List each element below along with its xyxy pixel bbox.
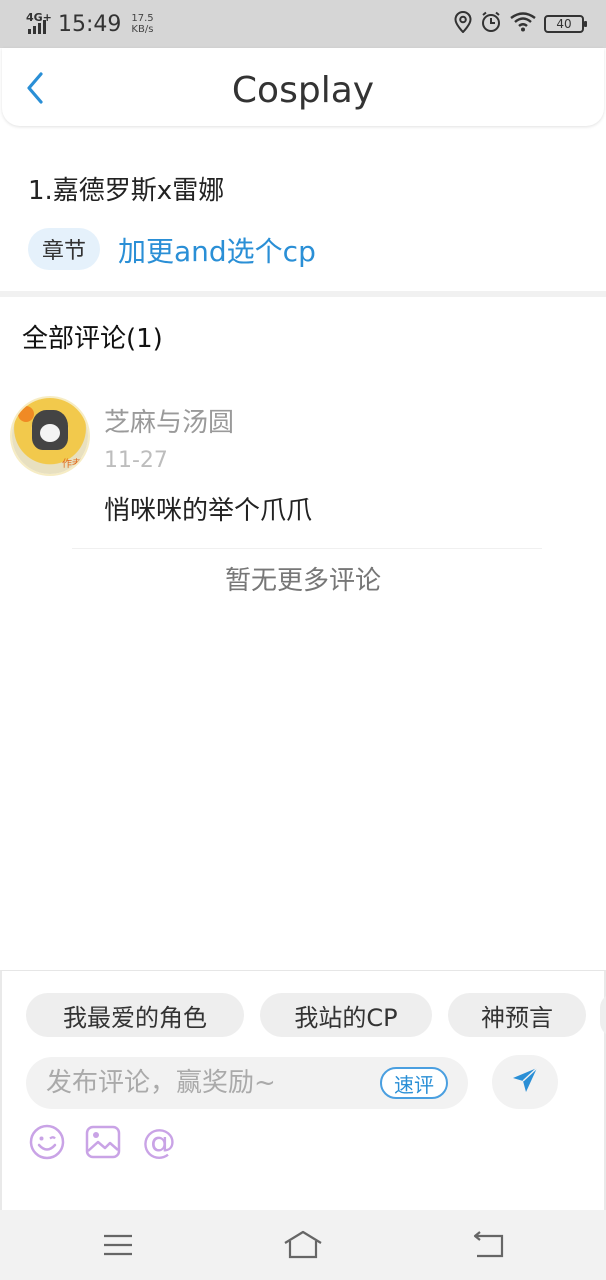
speed-value: 17.5 — [131, 13, 154, 24]
no-more-comments: 暂无更多评论 — [224, 566, 381, 596]
comment-username[interactable]: 芝麻与汤圆 — [104, 402, 234, 439]
at-icon[interactable]: @ — [140, 1122, 178, 1162]
speed-unit: KB/s — [131, 24, 154, 35]
status-left: 4G+ 15:49 17.5 KB/s — [26, 12, 154, 37]
back-icon[interactable] — [468, 1228, 508, 1262]
home-icon[interactable] — [283, 1228, 323, 1262]
header: Cosplay — [2, 48, 604, 126]
comment-text[interactable]: 悄咪咪的举个爪爪 — [104, 490, 312, 527]
avatar-badge: 作者 — [62, 459, 82, 470]
alarm-icon — [480, 11, 502, 37]
comment-date: 11-27 — [104, 448, 168, 473]
quick-topic-chip[interactable]: 神预言 — [448, 993, 586, 1037]
comment-item: 作者 芝麻与汤圆 11-27 悄咪咪的举个爪爪 — [0, 390, 606, 550]
wifi-icon — [510, 12, 536, 36]
section-divider — [0, 291, 606, 297]
comment-input-box: 速评 — [26, 1057, 468, 1109]
chapter-link[interactable]: 加更and选个cp — [118, 230, 316, 270]
quick-comment-button[interactable]: 速评 — [380, 1067, 448, 1099]
clock: 15:49 — [58, 11, 122, 37]
avatar[interactable]: 作者 — [12, 398, 88, 474]
comment-divider — [72, 548, 542, 549]
quick-topic-chip-partial[interactable] — [600, 993, 606, 1037]
comment-composer: 我最爱的角色 我站的CP 神预言 速评 @ — [0, 970, 606, 1210]
quick-topic-chip[interactable]: 我最爱的角色 — [26, 993, 244, 1037]
chapter-tag: 章节 — [28, 228, 101, 270]
system-nav-bar — [0, 1210, 606, 1280]
send-button[interactable] — [492, 1055, 558, 1109]
page: 4G+ 15:49 17.5 KB/s 40 Cosplay 1.嘉德罗斯x雷娜… — [0, 0, 606, 1280]
chapter-title[interactable]: 1.嘉德罗斯x雷娜 — [28, 170, 224, 207]
comments-header: 全部评论(1) — [22, 324, 163, 354]
image-icon[interactable] — [84, 1123, 122, 1161]
comment-input[interactable] — [46, 1057, 376, 1109]
quick-topic-chip[interactable]: 我站的CP — [260, 993, 432, 1037]
status-right: 40 — [454, 10, 587, 37]
battery-icon: 40 — [544, 15, 587, 33]
emoji-icon[interactable] — [28, 1123, 66, 1161]
signal-icon: 4G+ — [26, 12, 52, 36]
menu-icon[interactable] — [98, 1228, 138, 1262]
page-title: Cosplay — [231, 70, 375, 111]
send-icon — [511, 1066, 539, 1098]
battery-level: 40 — [556, 17, 572, 31]
location-icon — [454, 10, 472, 37]
network-speed: 17.5 KB/s — [131, 13, 153, 35]
status-bar: 4G+ 15:49 17.5 KB/s 40 — [0, 0, 606, 48]
